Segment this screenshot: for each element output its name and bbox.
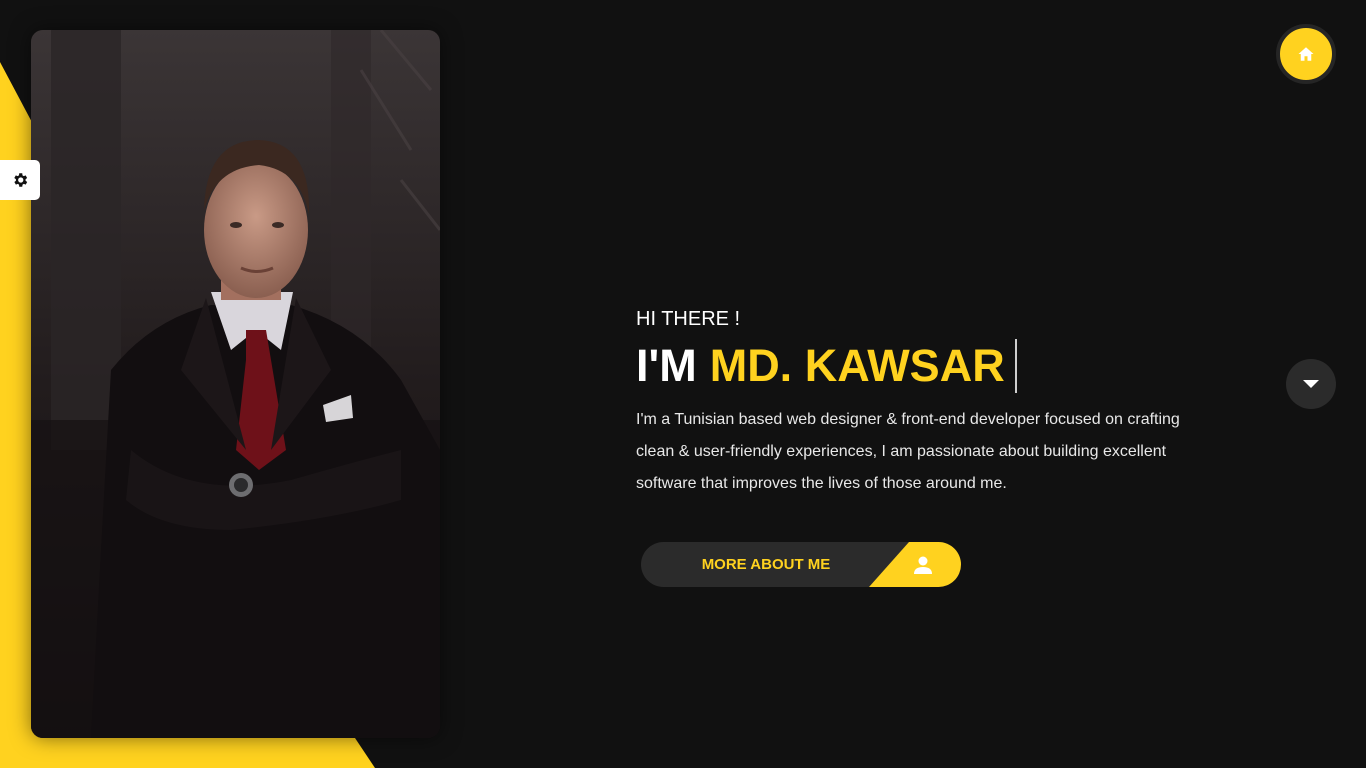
bio-text: I'm a Tunisian based web designer & fron… — [636, 411, 1180, 492]
caret-down-icon — [1303, 380, 1319, 388]
page: HI THERE ! I'M MD. KAWSAR I'm a Tunisian… — [0, 0, 1366, 768]
intro-section: HI THERE ! I'M MD. KAWSAR I'm a Tunisian… — [636, 306, 1196, 500]
headline-prefix: I'M — [636, 340, 697, 391]
headline-name: MD. KAWSAR — [709, 340, 1005, 391]
home-icon — [1298, 47, 1314, 61]
profile-photo — [31, 30, 440, 738]
settings-button[interactable] — [0, 160, 40, 200]
headline: I'M MD. KAWSAR — [636, 338, 1196, 394]
home-button[interactable] — [1276, 24, 1336, 84]
typing-cursor — [1014, 339, 1017, 393]
scroll-down-button[interactable] — [1286, 359, 1336, 409]
more-about-me-button[interactable]: MORE ABOUT ME — [641, 542, 961, 587]
more-about-me-label: MORE ABOUT ME — [701, 556, 831, 573]
greeting-text: HI THERE ! — [636, 308, 741, 330]
user-icon — [914, 556, 932, 574]
gear-icon — [14, 173, 28, 187]
